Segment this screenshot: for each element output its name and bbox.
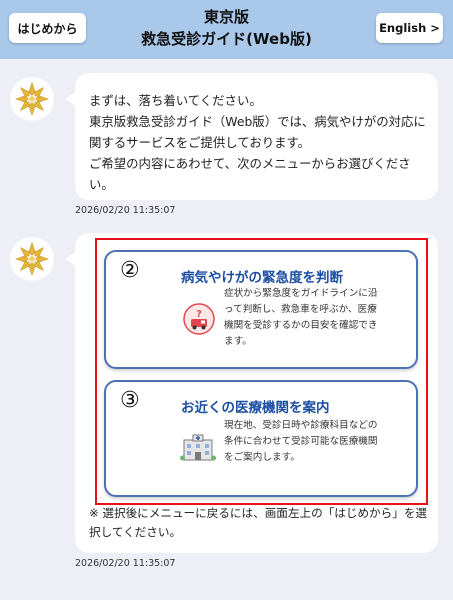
intro-line-1: まずは、落ち着いてください。 [89, 93, 262, 108]
menu-card-urgency[interactable]: ② 病気やけがの緊急度を判断 ? 症状から緊急度をガイドラインに沿って判断し、救… [104, 250, 418, 369]
english-language-button[interactable]: English > [376, 13, 443, 43]
bot-avatar [10, 77, 54, 121]
menu-card-hospital[interactable]: ③ お近くの医療機関を案内 現在地、受診日時や診療科目などの条件に合わせて受診可… [104, 380, 418, 497]
title-line-2: 救急受診ガイド(Web版) [141, 30, 312, 48]
timestamp: 2026/02/20 11:35:07 [75, 205, 176, 216]
timestamp: 2026/02/20 11:35:07 [75, 558, 176, 569]
app-header: はじめから 東京版 救急受診ガイド(Web版) English > [0, 0, 453, 59]
svg-text:?: ? [196, 309, 202, 320]
start-over-button[interactable]: はじめから [9, 13, 86, 43]
card-number: ② [120, 258, 140, 283]
ambulance-question-icon: ? [182, 302, 216, 340]
card-description: 症状から緊急度をガイドラインに沿って判断し、救急車を呼ぶか、医療機関を受診するか… [224, 288, 378, 347]
ginkgo-emblem-icon [14, 241, 50, 277]
title-line-1: 東京版 [203, 8, 249, 26]
bot-avatar [10, 237, 54, 281]
intro-line-3: ご希望の内容にあわせて、次のメニューからお選びください。 [89, 156, 411, 192]
intro-message: まずは、落ち着いてください。 東京版救急受診ガイド（Web版）では、病気やけがの… [89, 90, 429, 195]
hospital-building-icon [180, 432, 216, 468]
menu-return-note: ※ 選択後にメニューに戻るには、画面左上の「はじめから」を選択してください。 [89, 506, 428, 539]
card-title: 病気やけがの緊急度を判断 [181, 270, 343, 286]
ginkgo-emblem-icon [14, 81, 50, 117]
card-title: お近くの医療機関を案内 [181, 400, 330, 416]
intro-line-2: 東京版救急受診ガイド（Web版）では、病気やけがの対応に関するサービスをご提供し… [89, 114, 426, 150]
card-number: ③ [120, 388, 140, 413]
card-description: 現在地、受診日時や診療科目などの条件に合わせて受診可能な医療機関をご案内します。 [224, 420, 378, 463]
page-title: 東京版 救急受診ガイド(Web版) [100, 6, 353, 50]
